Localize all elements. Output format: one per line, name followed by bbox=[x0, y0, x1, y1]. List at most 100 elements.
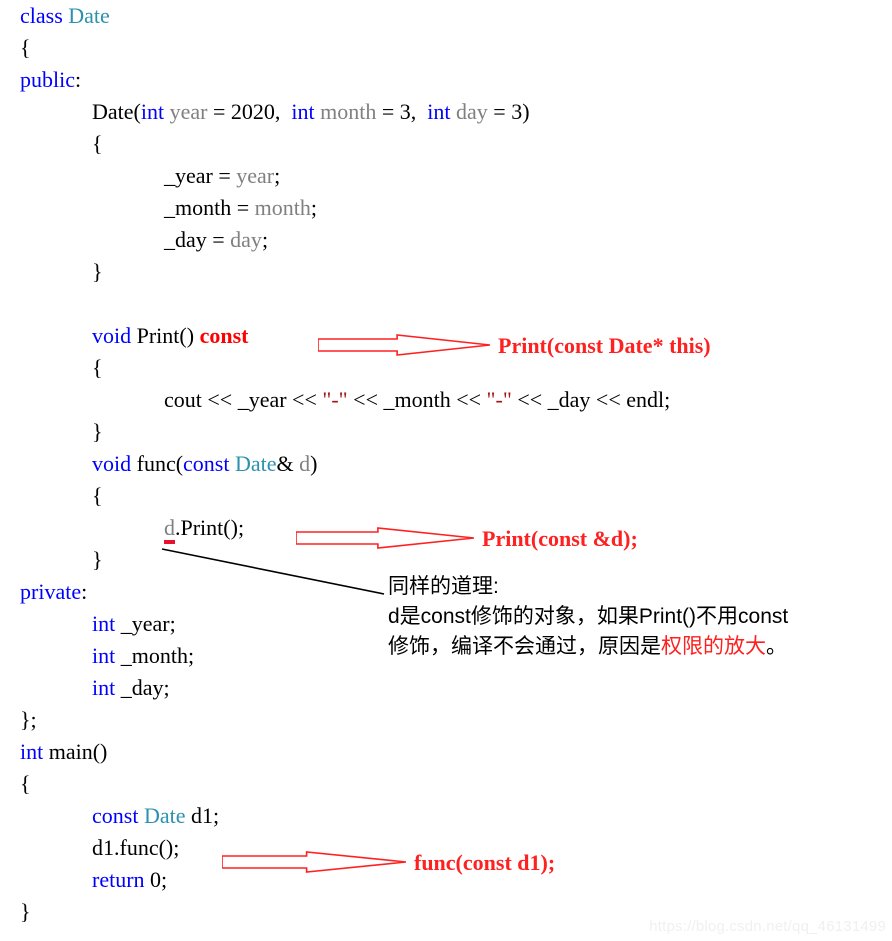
code-token: : bbox=[81, 579, 88, 604]
code-token: d1.func(); bbox=[92, 835, 180, 860]
code-block: class Date { public: Date(int year = 2020, … bbox=[0, 0, 892, 928]
code-token: = bbox=[487, 99, 512, 124]
code-token: : bbox=[75, 67, 82, 92]
code-token: Date bbox=[235, 451, 277, 476]
code-token: 3 bbox=[511, 99, 523, 124]
code-token: ; bbox=[261, 227, 269, 252]
code-token: << _month << bbox=[347, 387, 487, 412]
code-token: { bbox=[20, 35, 31, 60]
code-token: ) bbox=[310, 451, 318, 476]
code-token: 0; bbox=[150, 867, 168, 892]
code-token: = bbox=[207, 99, 231, 124]
code-token: const bbox=[183, 451, 235, 476]
code-token: } bbox=[92, 259, 103, 284]
note-line: 同样的道理: bbox=[388, 572, 788, 602]
watermark-text: https://blog.csdn.net/qq_46131499 bbox=[649, 918, 886, 935]
code-token: } bbox=[20, 899, 31, 924]
code-token: ; bbox=[310, 195, 317, 220]
code-token: year bbox=[169, 99, 208, 124]
code-token: main() bbox=[48, 739, 108, 764]
code-token: .Print(); bbox=[175, 515, 245, 540]
code-token: & bbox=[276, 451, 300, 476]
note-segment: 修饰，编译不会通过，原因是 bbox=[388, 635, 661, 658]
annotation-print-this: Print(const Date* this) bbox=[498, 333, 711, 358]
code-token: Date( bbox=[92, 99, 141, 124]
code-token: class bbox=[20, 3, 69, 28]
code-token: { bbox=[92, 483, 103, 508]
arrow-arrow-print-this bbox=[318, 334, 490, 356]
code-token: cout << _year << bbox=[164, 387, 323, 412]
code-token: int bbox=[427, 99, 456, 124]
code-line: { bbox=[0, 480, 892, 512]
code-token: int bbox=[92, 675, 121, 700]
code-token: d1; bbox=[185, 803, 220, 828]
code-line: Date(int year = 2020, int month = 3, int… bbox=[0, 96, 892, 128]
code-token: = bbox=[376, 99, 400, 124]
code-token: int bbox=[291, 99, 321, 124]
code-token: Date bbox=[68, 3, 110, 28]
code-token: return bbox=[92, 867, 151, 892]
code-token: _month = bbox=[164, 195, 255, 220]
arrow-arrow-func bbox=[222, 851, 406, 873]
annotation-func-const: func(const d1); bbox=[414, 850, 556, 875]
code-token: _day = bbox=[164, 227, 231, 252]
code-token: { bbox=[92, 355, 103, 380]
code-token: year bbox=[236, 163, 275, 188]
code-token: month bbox=[320, 99, 377, 124]
code-token: d bbox=[299, 451, 311, 476]
code-line: class Date bbox=[0, 0, 892, 32]
arrow-outline bbox=[222, 851, 406, 873]
code-token: "-" bbox=[486, 387, 512, 412]
code-line: _year = year; bbox=[0, 160, 892, 192]
code-token: func( bbox=[136, 451, 184, 476]
code-token: void bbox=[92, 323, 137, 348]
code-line: } bbox=[0, 416, 892, 448]
code-token: public bbox=[20, 67, 75, 92]
chinese-note: 同样的道理: d是const修饰的对象，如果Print()不用const 修饰，编译… bbox=[388, 572, 788, 662]
code-token: int bbox=[140, 99, 170, 124]
code-token: _month; bbox=[120, 643, 195, 668]
code-token: { bbox=[20, 771, 31, 796]
code-token: Print() bbox=[136, 323, 200, 348]
code-token: _year; bbox=[120, 611, 176, 636]
code-token: const bbox=[199, 323, 249, 348]
code-token: , bbox=[274, 99, 292, 124]
code-screenshot-page: class Date { public: Date(int year = 2020, … bbox=[0, 0, 892, 941]
note-segment: d是const修饰的对象，如果Print()不用const bbox=[388, 605, 789, 628]
code-line: const Date d1; bbox=[0, 800, 892, 832]
code-token: int bbox=[92, 643, 121, 668]
note-segment: 。 bbox=[766, 635, 787, 658]
code-token: day bbox=[230, 227, 262, 252]
code-token: int bbox=[92, 611, 121, 636]
code-token: ; bbox=[274, 163, 281, 188]
code-token: << _day << endl; bbox=[511, 387, 671, 412]
code-line: cout << _year << "-" << _month << "-" <<… bbox=[0, 384, 892, 416]
code-line: _month = month; bbox=[0, 192, 892, 224]
code-token: Date bbox=[143, 803, 186, 828]
code-token: 3 bbox=[399, 99, 411, 124]
note-line: 修饰，编译不会通过，原因是权限的放大。 bbox=[388, 632, 788, 662]
code-token: month bbox=[254, 195, 311, 220]
arrow-outline bbox=[318, 334, 490, 356]
annotation-print-ref: Print(const &d); bbox=[482, 526, 638, 551]
code-token: day bbox=[456, 99, 488, 124]
code-token: { bbox=[92, 131, 103, 156]
code-token: "-" bbox=[322, 387, 348, 412]
code-token: d bbox=[164, 515, 175, 544]
code-token: ) bbox=[522, 99, 530, 124]
code-token: } bbox=[92, 547, 103, 572]
code-line: { bbox=[0, 128, 892, 160]
code-token: private bbox=[20, 579, 82, 604]
code-token: _day; bbox=[120, 675, 170, 700]
code-line: { bbox=[0, 768, 892, 800]
code-token: const bbox=[92, 803, 144, 828]
code-token: int bbox=[20, 739, 49, 764]
code-line: } bbox=[0, 256, 892, 288]
code-line: int main() bbox=[0, 736, 892, 768]
note-line: d是const修饰的对象，如果Print()不用const bbox=[388, 602, 788, 632]
code-token: void bbox=[92, 451, 137, 476]
code-line: _day = day; bbox=[0, 224, 892, 256]
arrow-outline bbox=[296, 527, 474, 549]
code-token: }; bbox=[20, 707, 37, 732]
